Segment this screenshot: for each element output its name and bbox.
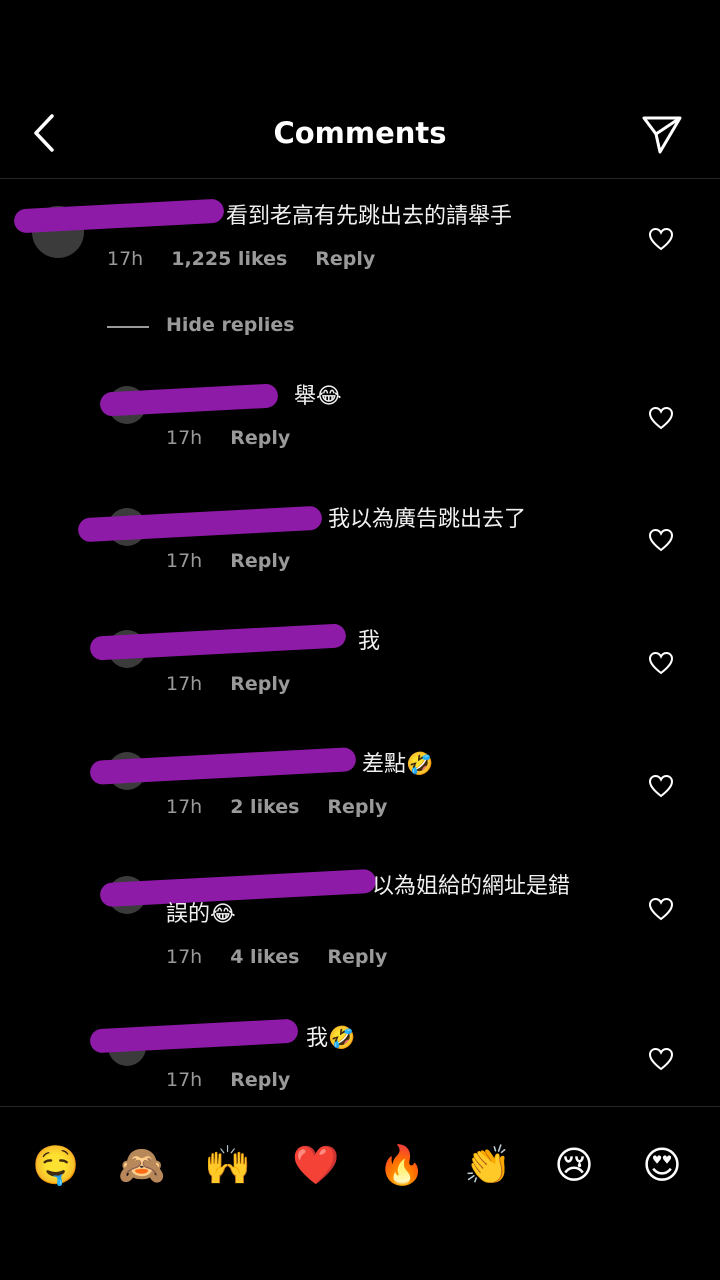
like-heart-icon[interactable] (648, 405, 674, 431)
redaction-scribble (89, 623, 347, 661)
reply-button[interactable]: Reply (230, 427, 290, 449)
reply-meta: 17h 4 likes Reply (166, 946, 415, 968)
comment-likes[interactable]: 1,225 likes (171, 248, 287, 270)
heart-eyes-emoji-icon[interactable]: 😍 (634, 1137, 690, 1193)
reply-text: 我 (358, 629, 381, 654)
comment-meta: 17h 1,225 likes Reply (107, 248, 403, 270)
reply-button[interactable]: Reply (327, 796, 387, 818)
reply-text: 舉😂 (294, 384, 342, 409)
reply-button[interactable]: Reply (315, 248, 375, 270)
reply-likes[interactable]: 4 likes (230, 946, 299, 968)
comments-header: Comments (0, 90, 720, 179)
reply-meta: 17h Reply (166, 427, 318, 449)
reply-time: 17h (166, 427, 203, 449)
reply-meta: 17h Reply (166, 673, 318, 695)
reply-text: 以為姐給的網址是錯 (372, 874, 571, 899)
send-icon[interactable] (640, 112, 684, 156)
page-title: Comments (273, 116, 447, 150)
reply-text: 我以為廣告跳出去了 (328, 507, 527, 532)
like-heart-icon[interactable] (648, 650, 674, 676)
reply-button[interactable]: Reply (327, 946, 387, 968)
drooling-face-emoji-icon[interactable]: 🤤 (28, 1137, 84, 1193)
crying-face-emoji-icon[interactable]: 😢 (546, 1137, 602, 1193)
like-heart-icon[interactable] (648, 773, 674, 799)
fire-emoji-icon[interactable]: 🔥 (374, 1137, 430, 1193)
reply-meta: 17h 2 likes Reply (166, 796, 415, 818)
clapping-hands-emoji-icon[interactable]: 👏 (460, 1137, 516, 1193)
reply-time: 17h (166, 673, 203, 695)
reply-text: 差點🤣 (362, 752, 434, 777)
reply-likes[interactable]: 2 likes (230, 796, 299, 818)
reply-text-continued: 誤的😂 (166, 902, 236, 927)
reply-text: 我🤣 (306, 1026, 356, 1051)
red-heart-emoji-icon[interactable]: ❤️ (288, 1137, 344, 1193)
redaction-scribble (13, 198, 225, 234)
redaction-scribble (99, 868, 377, 908)
reply-time: 17h (166, 796, 203, 818)
see-no-evil-monkey-emoji-icon[interactable]: 🙈 (114, 1137, 170, 1193)
like-heart-icon[interactable] (648, 527, 674, 553)
reply-time: 17h (166, 550, 203, 572)
hide-replies-button[interactable]: Hide replies (166, 314, 295, 336)
reply-button[interactable]: Reply (230, 673, 290, 695)
like-heart-icon[interactable] (648, 896, 674, 922)
reply-meta: 17h Reply (166, 550, 318, 572)
reply-time: 17h (166, 1069, 203, 1091)
emoji-reaction-bar: 🤤 🙈 🙌 ❤️ 🔥 👏 😢 😍 (0, 1106, 720, 1217)
comment-time: 17h (107, 248, 144, 270)
raising-hands-emoji-icon[interactable]: 🙌 (200, 1137, 256, 1193)
comment-text: 看到老高有先跳出去的請舉手 (226, 204, 513, 229)
hide-replies-line (107, 326, 149, 328)
like-heart-icon[interactable] (648, 226, 674, 252)
like-heart-icon[interactable] (648, 1046, 674, 1072)
reply-time: 17h (166, 946, 203, 968)
redaction-scribble (89, 1018, 299, 1054)
reply-meta: 17h Reply (166, 1069, 318, 1091)
reply-button[interactable]: Reply (230, 1069, 290, 1091)
reply-button[interactable]: Reply (230, 550, 290, 572)
